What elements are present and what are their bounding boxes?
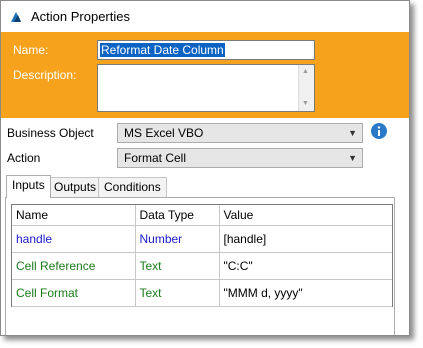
column-header-data-type[interactable]: Data Type [135, 205, 220, 226]
table-row[interactable]: Cell Format Text "MMM d, yyyy" [12, 279, 392, 307]
grid-header-row: Name Data Type Value [12, 205, 392, 226]
description-label: Description: [13, 68, 77, 82]
tab-conditions[interactable]: Conditions [98, 177, 167, 197]
table-row[interactable]: Cell Reference Text "C:C" [12, 252, 392, 280]
info-icon[interactable] [371, 123, 387, 139]
title-bar: Action Properties [1, 1, 409, 32]
chevron-down-icon[interactable]: ▼ [348, 153, 357, 163]
table-row[interactable]: handle Number [handle] [12, 225, 392, 253]
action-select[interactable]: Format Cell ▼ [117, 148, 363, 168]
description-field[interactable]: ▲ ▼ [97, 64, 315, 112]
scroll-down-icon[interactable]: ▼ [302, 100, 311, 107]
param-type: Number [135, 225, 220, 253]
action-properties-window: Action Properties Name: Reformat Date Co… [0, 0, 410, 336]
business-object-value: MS Excel VBO [124, 126, 204, 140]
inputs-grid: Name Data Type Value handle Number [hand… [11, 204, 393, 307]
scroll-up-icon[interactable]: ▲ [302, 68, 311, 75]
column-header-name[interactable]: Name [12, 205, 136, 226]
param-type: Text [135, 252, 220, 280]
param-name: handle [12, 225, 136, 253]
param-value[interactable]: [handle] [219, 225, 392, 253]
tab-outputs[interactable]: Outputs [48, 177, 103, 197]
param-value[interactable]: "C:C" [219, 252, 392, 280]
app-icon [11, 12, 21, 22]
name-label: Name: [13, 43, 49, 57]
param-value[interactable]: "MMM d, yyyy" [219, 279, 392, 307]
chevron-down-icon[interactable]: ▼ [348, 128, 357, 138]
param-name: Cell Format [12, 279, 136, 307]
name-field[interactable]: Reformat Date Column [97, 40, 315, 60]
window-title: Action Properties [31, 9, 130, 24]
column-header-value[interactable]: Value [219, 205, 392, 226]
action-value: Format Cell [124, 151, 187, 165]
param-type: Text [135, 279, 220, 307]
business-object-select[interactable]: MS Excel VBO ▼ [117, 123, 363, 143]
inputs-panel: Name Data Type Value handle Number [hand… [5, 197, 395, 335]
description-scrollbar[interactable]: ▲ ▼ [298, 65, 314, 111]
business-object-label: Business Object [7, 126, 94, 140]
action-label: Action [7, 151, 41, 165]
param-name: Cell Reference [12, 252, 136, 280]
name-field-value: Reformat Date Column [100, 43, 225, 57]
tab-inputs[interactable]: Inputs [6, 175, 51, 198]
